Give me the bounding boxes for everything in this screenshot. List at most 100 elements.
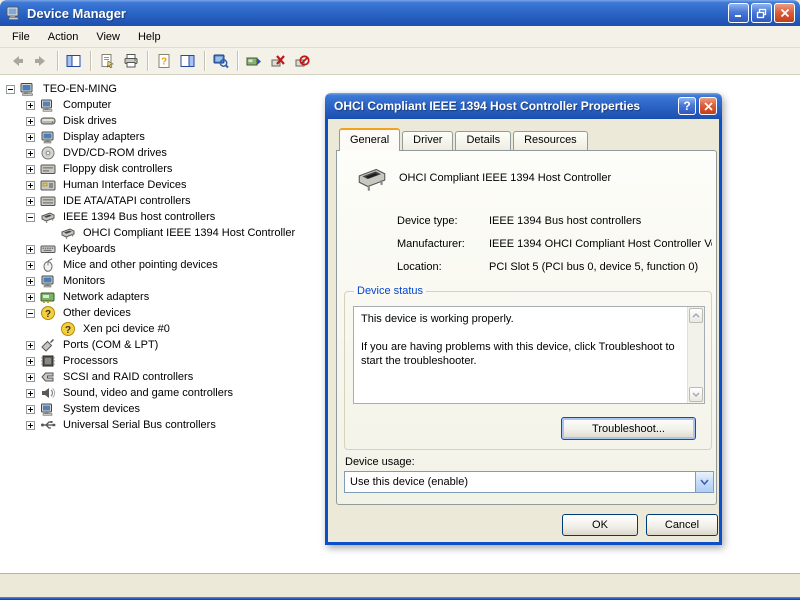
- tree-item-label: Display adapters: [61, 131, 147, 143]
- toolbar-uninstall-button[interactable]: [266, 50, 290, 73]
- monitor-icon: [40, 273, 56, 289]
- collapse-toggle[interactable]: [26, 309, 35, 318]
- tree-item-label: Processors: [61, 355, 120, 367]
- tree-item-label: System devices: [61, 403, 142, 415]
- tree-item-label: Mice and other pointing devices: [61, 259, 220, 271]
- dialog-help-button[interactable]: ?: [678, 97, 696, 115]
- toolbar-update-driver-button[interactable]: [242, 50, 266, 73]
- processor-icon: [40, 353, 56, 369]
- menu-view[interactable]: View: [87, 28, 129, 46]
- chevron-down-icon: [700, 479, 709, 485]
- disk-drive-icon: [40, 113, 56, 129]
- collapse-toggle[interactable]: [26, 213, 35, 222]
- properties-icon: [99, 53, 115, 69]
- field-row: Manufacturer:IEEE 1394 OHCI Compliant Ho…: [397, 232, 712, 255]
- toolbar-forward-button[interactable]: [29, 50, 53, 73]
- expand-toggle[interactable]: [26, 165, 35, 174]
- expand-toggle[interactable]: [26, 357, 35, 366]
- device-usage-label: Device usage:: [345, 456, 415, 468]
- uninstall-icon: [270, 53, 286, 69]
- toolbar-properties-button[interactable]: [95, 50, 119, 73]
- help-doc-icon: ?: [156, 53, 172, 69]
- window-titlebar: Device Manager: [0, 0, 800, 26]
- cancel-button[interactable]: Cancel: [646, 514, 718, 536]
- status-scrollbar[interactable]: [687, 307, 704, 403]
- device-status-label: Device status: [354, 285, 426, 297]
- status-bar: [0, 573, 800, 597]
- status-line-2: If you are having problems with this dev…: [361, 340, 680, 368]
- menu-bar: FileActionViewHelp: [0, 26, 800, 48]
- restore-button[interactable]: [751, 3, 772, 23]
- tree-item-label: Computer: [61, 99, 113, 111]
- sound-icon: [40, 385, 56, 401]
- close-button[interactable]: [774, 3, 795, 23]
- expand-toggle[interactable]: [26, 133, 35, 142]
- tab-resources[interactable]: Resources: [513, 131, 588, 150]
- tab-details[interactable]: Details: [455, 131, 511, 150]
- tree-item-label: OHCI Compliant IEEE 1394 Host Controller: [81, 227, 297, 239]
- combo-dropdown-button[interactable]: [695, 472, 713, 492]
- tree-item-label: IDE ATA/ATAPI controllers: [61, 195, 193, 207]
- expand-toggle[interactable]: [26, 245, 35, 254]
- expand-toggle[interactable]: [26, 341, 35, 350]
- menu-action[interactable]: Action: [39, 28, 88, 46]
- toolbar-scan-for-hardware-changes-button[interactable]: [209, 50, 233, 73]
- expand-toggle[interactable]: [26, 101, 35, 110]
- expand-toggle[interactable]: [26, 117, 35, 126]
- svg-text:?: ?: [65, 325, 71, 336]
- expand-toggle[interactable]: [26, 181, 35, 190]
- field-row: Device type:IEEE 1394 Bus host controlle…: [397, 209, 712, 232]
- troubleshoot-button[interactable]: Troubleshoot...: [561, 417, 696, 440]
- toolbar-show-action-pane-button[interactable]: [176, 50, 200, 73]
- field-value: IEEE 1394 Bus host controllers: [489, 215, 641, 227]
- window-title: Device Manager: [27, 6, 726, 21]
- toolbar-disable-button[interactable]: [290, 50, 314, 73]
- tab-driver[interactable]: Driver: [402, 131, 453, 150]
- expand-toggle[interactable]: [26, 293, 35, 302]
- arrow-left-icon: [9, 53, 25, 69]
- tree-item-label: DVD/CD-ROM drives: [61, 147, 169, 159]
- device-status-group: Device status This device is working pro…: [344, 291, 712, 450]
- toolbar-show-hide-console-tree-button[interactable]: [62, 50, 86, 73]
- device-name: OHCI Compliant IEEE 1394 Host Controller: [399, 172, 611, 184]
- expand-toggle[interactable]: [26, 149, 35, 158]
- collapse-toggle[interactable]: [6, 85, 15, 94]
- device-status-box: This device is working properly. If you …: [353, 306, 705, 404]
- scroll-down-button[interactable]: [689, 387, 703, 402]
- field-label: Device type:: [397, 215, 489, 227]
- tree-item-label: Floppy disk controllers: [61, 163, 174, 175]
- tab-general[interactable]: General: [339, 128, 400, 151]
- console-tree-icon: [66, 53, 82, 69]
- toolbar-separator: [147, 51, 148, 71]
- toolbar-back-button[interactable]: [5, 50, 29, 73]
- tree-item-label: Xen pci device #0: [81, 323, 172, 335]
- ok-button[interactable]: OK: [562, 514, 638, 536]
- expand-toggle[interactable]: [26, 421, 35, 430]
- scroll-up-button[interactable]: [689, 308, 703, 323]
- tree-item-label: Monitors: [61, 275, 107, 287]
- tree-item-label: Network adapters: [61, 291, 151, 303]
- device-status-text: This device is working properly. If you …: [354, 307, 687, 403]
- expand-toggle[interactable]: [26, 197, 35, 206]
- expand-toggle[interactable]: [26, 373, 35, 382]
- ieee1394-connector-icon: [355, 161, 389, 195]
- chevron-down-icon: [692, 392, 700, 397]
- expand-toggle[interactable]: [26, 389, 35, 398]
- minimize-button[interactable]: [728, 3, 749, 23]
- update-driver-icon: [246, 53, 262, 69]
- device-usage-combobox[interactable]: Use this device (enable): [344, 471, 714, 493]
- menu-help[interactable]: Help: [129, 28, 170, 46]
- toolbar: ?: [0, 48, 800, 75]
- menu-file[interactable]: File: [3, 28, 39, 46]
- expand-toggle[interactable]: [26, 277, 35, 286]
- expand-toggle[interactable]: [26, 261, 35, 270]
- toolbar-help-button[interactable]: ?: [152, 50, 176, 73]
- dialog-close-button[interactable]: [699, 97, 717, 115]
- expand-toggle[interactable]: [26, 405, 35, 414]
- chevron-up-icon: [692, 313, 700, 318]
- tree-item-label: Keyboards: [61, 243, 118, 255]
- device-header: OHCI Compliant IEEE 1394 Host Controller: [355, 161, 611, 195]
- toolbar-print-button[interactable]: [119, 50, 143, 73]
- svg-text:?: ?: [45, 309, 51, 320]
- tree-item-label: SCSI and RAID controllers: [61, 371, 195, 383]
